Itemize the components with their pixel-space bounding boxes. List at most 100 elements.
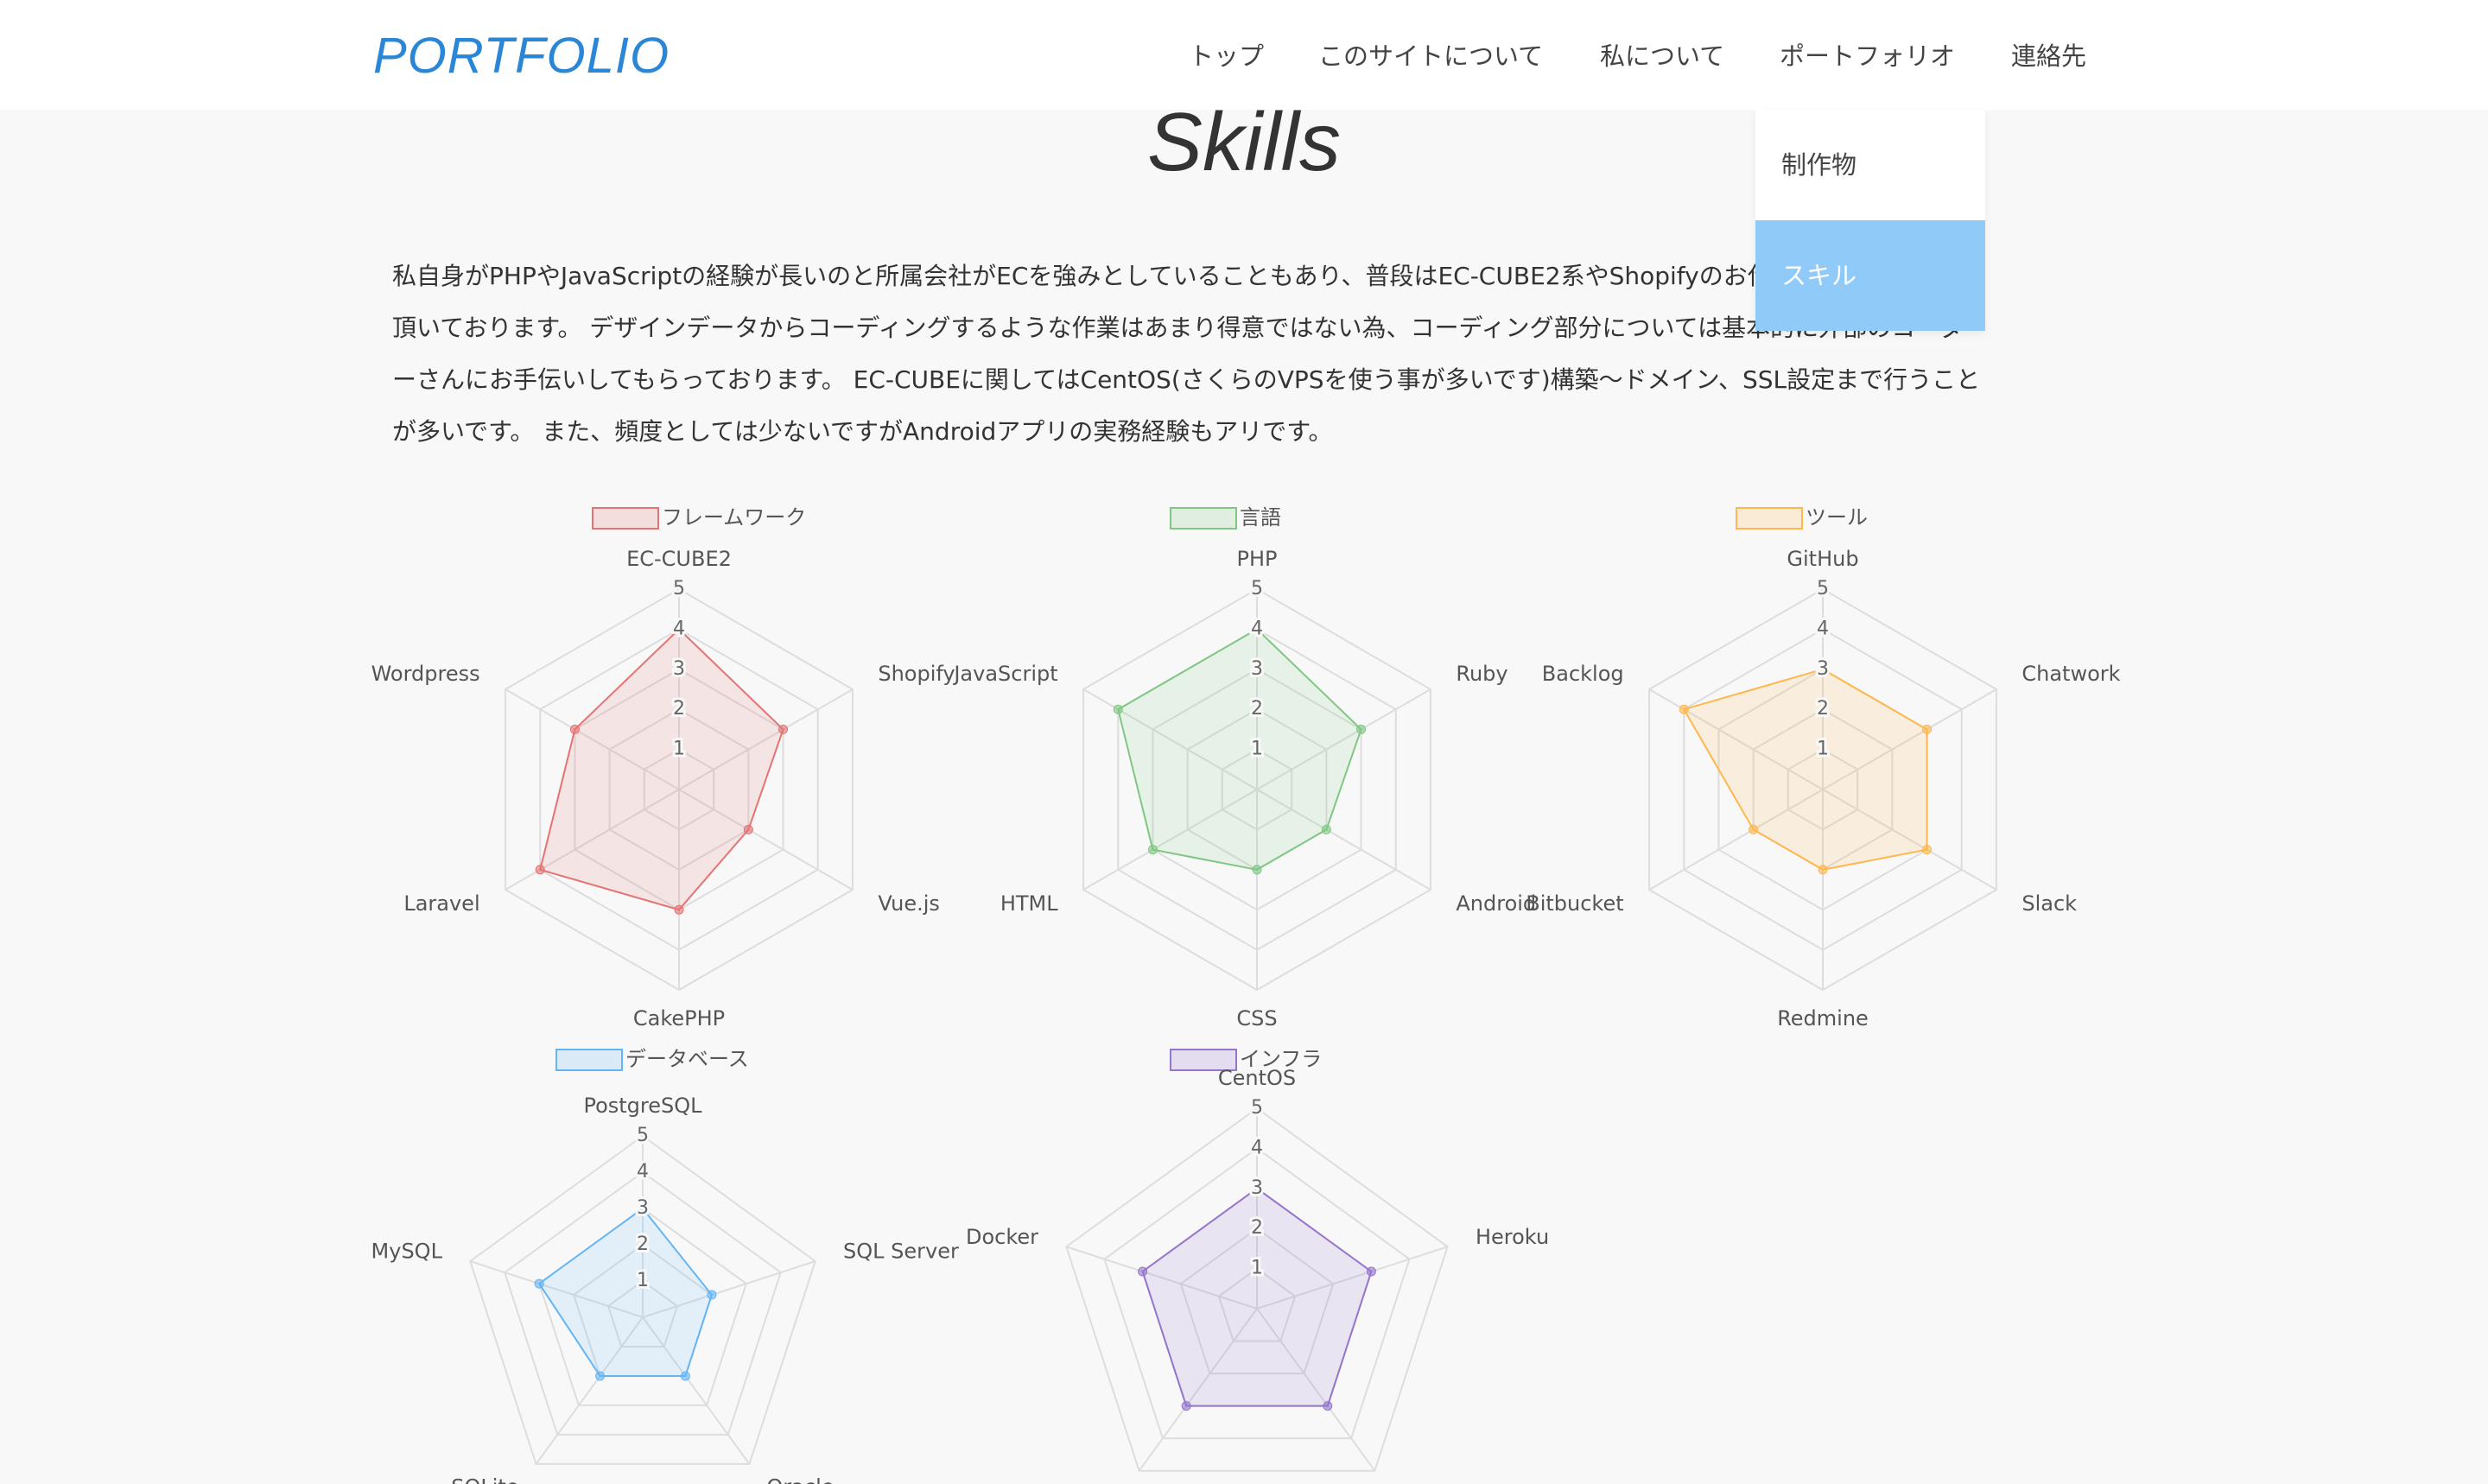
axis-label: HTML bbox=[1000, 891, 1058, 916]
data-point bbox=[534, 1278, 544, 1289]
tick-label: 4 bbox=[1251, 1137, 1263, 1158]
data-point bbox=[595, 1371, 606, 1381]
tick-label: 2 bbox=[673, 698, 685, 720]
nav-item-contact[interactable]: 連絡先 bbox=[2011, 35, 2086, 78]
axis-label: MySQL bbox=[371, 1240, 443, 1264]
legend-swatch bbox=[1170, 507, 1237, 530]
chart-legend: 言語 bbox=[1170, 505, 1281, 530]
data-point bbox=[778, 724, 789, 734]
tick-label: 4 bbox=[673, 618, 685, 639]
data-point bbox=[1138, 1266, 1148, 1277]
axis-label: JavaScript bbox=[952, 662, 1057, 686]
data-area bbox=[1682, 668, 1928, 871]
nav-item-about-site[interactable]: このサイトについて bbox=[1318, 35, 1543, 78]
data-point bbox=[1323, 1401, 1333, 1411]
radar-chart-language: 言語12345PHPRubyAndroidCSSHTMLJavaScript bbox=[952, 505, 1536, 1031]
legend-swatch bbox=[592, 507, 659, 530]
data-point bbox=[1113, 704, 1123, 714]
radar-chart-infrastructure: インフラ12345CentOSHerokuAWSGCPDocker bbox=[966, 1047, 1549, 1484]
tick-label: 3 bbox=[637, 1197, 649, 1219]
tick-label: 1 bbox=[1251, 739, 1263, 760]
data-point bbox=[1147, 845, 1158, 855]
tick-label: 3 bbox=[1817, 658, 1829, 680]
axis-label: Wordpress bbox=[371, 662, 480, 686]
radar-chart-tools: ツール 1 2 3 4 5 GitHub Chatwork Slack Redmine Bitbuc… bbox=[1526, 505, 2120, 1031]
tick-label: 4 bbox=[1251, 618, 1263, 639]
data-area bbox=[539, 628, 784, 911]
axis-label: PostgreSQL bbox=[583, 1094, 702, 1118]
description-line: が多いです。 また、頻度としては少ないですがAndroidアプリの実務経験もアリ… bbox=[392, 417, 1333, 446]
tick-label: 5 bbox=[1817, 578, 1829, 599]
data-point bbox=[1749, 824, 1759, 834]
axis-label: EC-CUBE2 bbox=[626, 547, 732, 571]
radar-chart-database: データベース 1 2 3 4 5 PostgreSQL SQL Server Oracle SQL… bbox=[371, 1047, 959, 1484]
axis-label: Chatwork bbox=[2022, 662, 2120, 686]
chart-legend: データベース bbox=[555, 1047, 749, 1071]
axis-label: Redmine bbox=[1777, 1006, 1869, 1031]
data-point bbox=[1252, 865, 1262, 875]
data-point bbox=[674, 904, 684, 915]
tick-label: 3 bbox=[1251, 1177, 1263, 1199]
dropdown-item-works[interactable]: 制作物 bbox=[1755, 110, 1985, 220]
tick-label: 3 bbox=[1251, 658, 1263, 680]
data-point bbox=[1181, 1401, 1191, 1411]
tick-label: 1 bbox=[673, 739, 685, 760]
data-point bbox=[1922, 845, 1933, 855]
axis-label: Ruby bbox=[1456, 662, 1507, 686]
radar-chart-framework: フレームワーク12345EC-CUBE2ShopifyVue.jsCakePHP… bbox=[371, 505, 955, 1031]
data-point bbox=[1679, 704, 1689, 714]
dropdown-item-skills[interactable]: スキル bbox=[1755, 220, 1985, 331]
axis-label: SQL Server bbox=[843, 1240, 959, 1264]
tick-label: 4 bbox=[1817, 618, 1829, 639]
data-point bbox=[569, 724, 580, 734]
chart-legend: フレームワーク bbox=[592, 505, 806, 530]
axis-label: Android bbox=[1456, 891, 1536, 916]
data-point bbox=[1321, 824, 1331, 834]
axis-label: Heroku bbox=[1476, 1225, 1549, 1249]
axis-label: Docker bbox=[966, 1225, 1038, 1249]
axis-label: Slack bbox=[2022, 891, 2077, 916]
chart-legend: ツール bbox=[1736, 505, 1868, 530]
page: PORTFOLIO トップ このサイトについて 私について ポートフォリオ 連絡… bbox=[0, 0, 2488, 1484]
tick-label: 2 bbox=[637, 1233, 649, 1255]
tick-label: 2 bbox=[1251, 698, 1263, 720]
data-point bbox=[680, 1371, 690, 1381]
nav-item-portfolio[interactable]: ポートフォリオ bbox=[1780, 35, 1955, 78]
data-point bbox=[535, 865, 545, 875]
legend-label: 言語 bbox=[1240, 505, 1281, 530]
tick-label: 5 bbox=[1251, 578, 1263, 599]
data-point bbox=[707, 1290, 717, 1300]
tick-label: 3 bbox=[673, 658, 685, 680]
tick-label: 5 bbox=[673, 578, 685, 599]
axis-label: Vue.js bbox=[878, 891, 940, 916]
tick-label: 2 bbox=[1817, 698, 1829, 720]
axis-label: Oracle bbox=[766, 1474, 834, 1484]
site-header: PORTFOLIO トップ このサイトについて 私について ポートフォリオ 連絡… bbox=[0, 0, 2488, 110]
tick-label: 1 bbox=[637, 1270, 649, 1291]
data-area bbox=[537, 1207, 714, 1377]
nav-item-about-me[interactable]: 私について bbox=[1600, 35, 1724, 78]
axis-label: Bitbucket bbox=[1526, 891, 1623, 916]
tick-label: 1 bbox=[1251, 1258, 1263, 1279]
legend-swatch bbox=[555, 1049, 623, 1071]
portfolio-dropdown-menu: 制作物 スキル bbox=[1755, 110, 1985, 331]
axis-label: Shopify bbox=[878, 662, 955, 686]
legend-label: フレームワーク bbox=[662, 505, 806, 530]
tick-label: 5 bbox=[637, 1125, 649, 1146]
data-point bbox=[1922, 724, 1933, 734]
nav-item-top[interactable]: トップ bbox=[1189, 35, 1264, 78]
tick-label: 2 bbox=[1251, 1217, 1263, 1239]
data-point bbox=[743, 824, 753, 834]
description-line: ーさんにお手伝いしてもらっております。 EC-CUBEに関してはCentOS(さ… bbox=[392, 365, 1981, 394]
axis-label: Backlog bbox=[1542, 662, 1624, 686]
tick-label: 1 bbox=[1817, 739, 1829, 760]
legend-swatch bbox=[1736, 507, 1803, 530]
data-point bbox=[1366, 1266, 1376, 1277]
data-point bbox=[1356, 724, 1367, 734]
legend-label: データベース bbox=[625, 1047, 749, 1071]
tick-label: 5 bbox=[1251, 1097, 1263, 1119]
data-point bbox=[1818, 865, 1828, 875]
axis-label: PHP bbox=[1237, 547, 1278, 571]
axis-label: CentOS bbox=[1218, 1066, 1296, 1090]
main-nav: トップ このサイトについて 私について ポートフォリオ 連絡先 bbox=[0, 35, 2488, 78]
